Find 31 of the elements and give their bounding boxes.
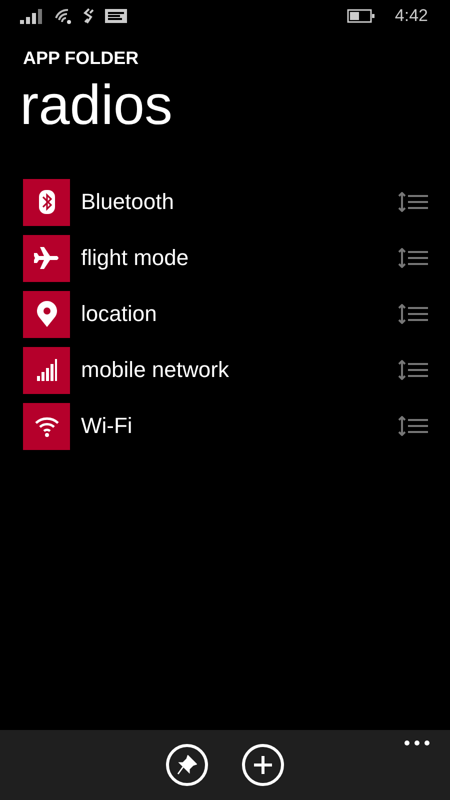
wifi-icon [34,415,58,437]
airplane-icon [34,247,60,269]
pin-button[interactable] [166,744,208,786]
bluetooth-icon [38,190,54,214]
pushpin-icon [177,755,197,775]
folder-label: APP FOLDER [23,48,140,69]
wifi-icon [55,8,73,24]
reorder-icon[interactable] [398,360,428,380]
signal-bars-icon [36,359,56,381]
app-name[interactable]: Wi-Fi [81,413,398,439]
more-icon[interactable] [404,740,430,746]
app-tile[interactable] [23,178,70,226]
battery-icon [346,9,375,23]
message-icon [105,8,127,24]
folder-title: radios [20,73,174,137]
reorder-icon[interactable] [398,416,428,436]
app-tile[interactable] [23,346,70,394]
app-tile[interactable] [23,402,70,450]
location-pin-icon [36,301,58,327]
app-name[interactable]: mobile network [81,357,398,383]
add-button[interactable] [242,744,284,786]
app-tile[interactable] [23,234,70,282]
app-name[interactable]: location [81,301,398,327]
app-name[interactable]: flight mode [81,245,398,271]
reorder-icon[interactable] [398,192,428,212]
reorder-icon[interactable] [398,304,428,324]
plus-icon [253,755,273,775]
status-time: 4:42 [394,6,428,26]
app-tile[interactable] [23,290,70,338]
reorder-icon[interactable] [398,248,428,268]
app-name[interactable]: Bluetooth [81,189,398,215]
